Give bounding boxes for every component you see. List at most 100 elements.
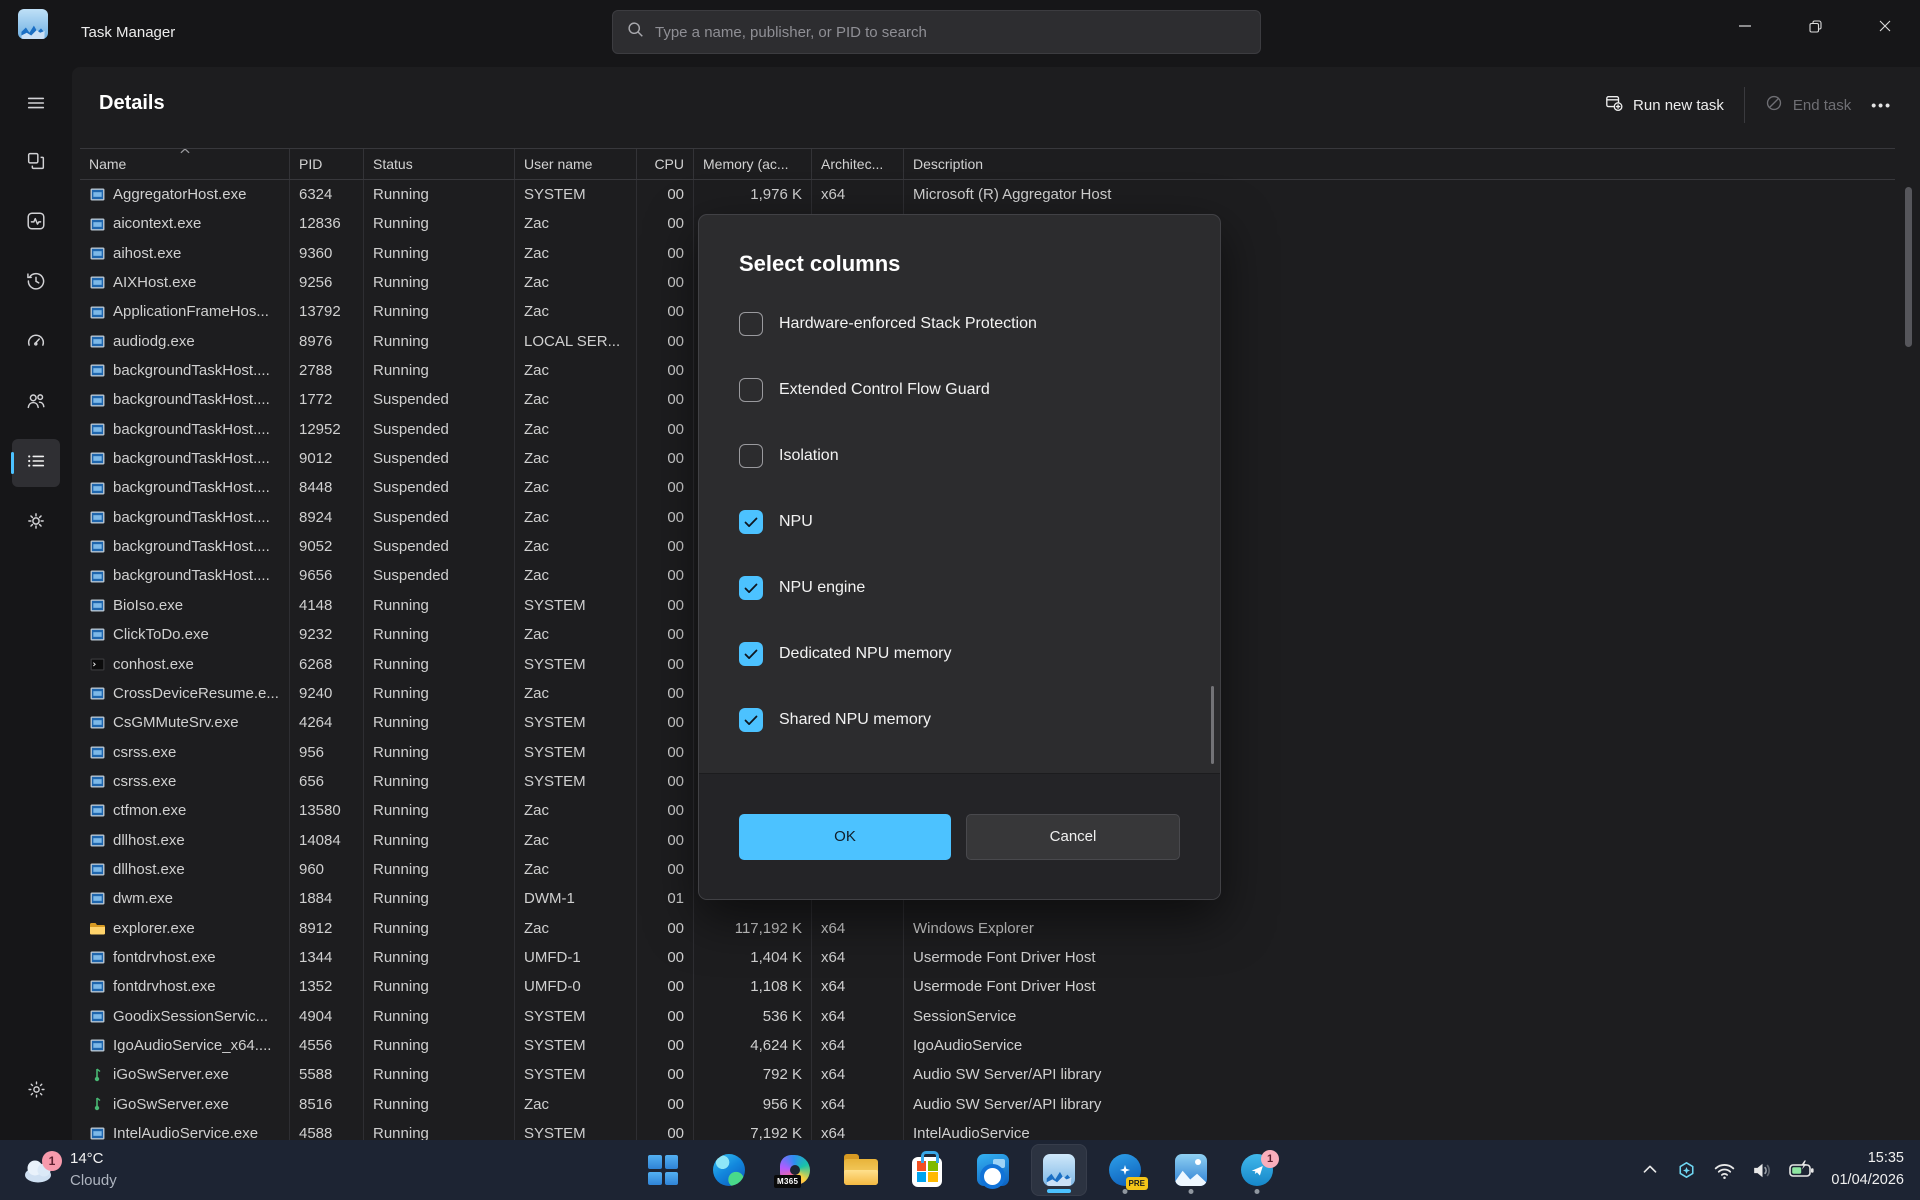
cell-pid: 8976 <box>290 327 364 356</box>
cell-name: AIXHost.exe <box>80 268 290 297</box>
cell-status: Suspended <box>364 473 515 502</box>
window-title: Task Manager <box>81 24 175 41</box>
minimize-button[interactable] <box>1710 0 1780 52</box>
table-row[interactable]: fontdrvhost.exe1352RunningUMFD-0001,108 … <box>80 972 1895 1001</box>
checkbox-dedicated-npu-memory[interactable] <box>739 642 763 666</box>
hamburger-icon <box>25 92 47 119</box>
table-row[interactable]: explorer.exe8912RunningZac00117,192 Kx64… <box>80 914 1895 943</box>
cell-cpu: 00 <box>637 620 694 649</box>
taskbar-app-photos[interactable] <box>1163 1144 1219 1196</box>
hidden-icons-chevron[interactable] <box>1639 1159 1661 1181</box>
cell-mem: 117,192 K <box>694 914 812 943</box>
cell-mem: 536 K <box>694 1002 812 1031</box>
taskbar-app-edge[interactable] <box>701 1144 757 1196</box>
restore-button[interactable] <box>1780 0 1850 52</box>
run-new-task-button[interactable]: Run new task <box>1605 94 1724 116</box>
start-button[interactable] <box>635 1144 691 1196</box>
column-option-npu: NPU <box>739 489 1190 555</box>
column-header-memory-ac[interactable]: Memory (ac... <box>694 149 812 179</box>
checkbox-shared-npu-memory[interactable] <box>739 708 763 732</box>
sidebar-item-performance[interactable] <box>12 199 60 247</box>
ok-button[interactable]: OK <box>739 814 951 860</box>
cell-user: Zac <box>515 415 637 444</box>
taskbar-app-m365-copilot[interactable]: M365 <box>767 1144 823 1196</box>
table-scrollbar-thumb[interactable] <box>1905 187 1912 347</box>
sidebar-item-details[interactable] <box>12 439 60 487</box>
copilot-tray-icon[interactable] <box>1674 1158 1699 1183</box>
table-row[interactable]: AggregatorHost.exe6324RunningSYSTEM001,9… <box>80 180 1895 209</box>
column-header-status[interactable]: Status <box>364 149 515 179</box>
end-task-button-disabled[interactable]: End task <box>1765 94 1851 116</box>
navigation-menu-button[interactable] <box>12 81 60 129</box>
taskbar-app-telegram[interactable]: 1 <box>1229 1144 1285 1196</box>
wifi-icon[interactable] <box>1712 1158 1737 1183</box>
cell-arch: x64 <box>812 1060 904 1089</box>
search-box[interactable] <box>612 10 1261 54</box>
active-app-indicator <box>1047 1189 1071 1193</box>
cell-cpu: 00 <box>637 356 694 385</box>
cell-status: Running <box>364 297 515 326</box>
app-process-icon <box>89 774 105 790</box>
cell-status: Running <box>364 1119 515 1140</box>
running-indicator <box>1189 1189 1194 1194</box>
table-row[interactable]: IntelAudioService.exe4588RunningSYSTEM00… <box>80 1119 1895 1140</box>
column-header-user-name[interactable]: User name <box>515 149 637 179</box>
option-label: Shared NPU memory <box>779 711 931 729</box>
column-header-architec[interactable]: Architec... <box>812 149 904 179</box>
table-row[interactable]: IgoAudioService_x64....4556RunningSYSTEM… <box>80 1031 1895 1060</box>
taskbar-app-microsoft-store[interactable] <box>899 1144 955 1196</box>
battery-charging-icon[interactable] <box>1788 1157 1818 1183</box>
close-button[interactable] <box>1850 0 1920 52</box>
table-row[interactable]: iGoSwServer.exe5588RunningSYSTEM00792 Kx… <box>80 1060 1895 1089</box>
volume-icon[interactable] <box>1750 1158 1775 1183</box>
cell-user: Zac <box>515 444 637 473</box>
taskbar-app-outlook[interactable] <box>965 1144 1021 1196</box>
sidebar-item-startup-apps[interactable] <box>12 319 60 367</box>
microsoft-store-icon <box>912 1157 942 1187</box>
column-header-description[interactable]: Description <box>904 149 1895 179</box>
edge-icon <box>713 1154 745 1186</box>
taskbar-app-task-manager-active[interactable] <box>1031 1144 1087 1196</box>
cancel-button[interactable]: Cancel <box>966 814 1180 860</box>
weather-widget[interactable]: 1 14°C Cloudy <box>14 1140 125 1200</box>
cell-user: SYSTEM <box>515 180 637 209</box>
cell-desc: Audio SW Server/API library <box>904 1090 1895 1119</box>
taskbar-app-preview[interactable]: PRE <box>1097 1144 1153 1196</box>
sidebar-item-services[interactable] <box>12 499 60 547</box>
more-options-button[interactable]: ••• <box>1871 97 1892 113</box>
column-header-cpu[interactable]: CPU <box>637 149 694 179</box>
checkbox-hardware-enforced-stack-protection[interactable] <box>739 312 763 336</box>
cell-status: Suspended <box>364 503 515 532</box>
cell-name: dllhost.exe <box>80 855 290 884</box>
checkbox-extended-control-flow-guard[interactable] <box>739 378 763 402</box>
table-header-row: NamePIDStatusUser nameCPUMemory (ac...Ar… <box>80 148 1895 180</box>
sidebar <box>0 67 72 1140</box>
clock[interactable]: 15:35 01/04/2026 <box>1831 1148 1904 1192</box>
table-row[interactable]: fontdrvhost.exe1344RunningUMFD-1001,404 … <box>80 943 1895 972</box>
cell-name: explorer.exe <box>80 914 290 943</box>
search-icon <box>627 21 644 43</box>
sidebar-item-users[interactable] <box>12 379 60 427</box>
sidebar-item-app-history[interactable] <box>12 259 60 307</box>
dialog-scrollbar-thumb[interactable] <box>1211 686 1214 764</box>
column-header-name[interactable]: Name <box>80 149 290 179</box>
column-header-pid[interactable]: PID <box>290 149 364 179</box>
table-row[interactable]: GoodixSessionServic...4904RunningSYSTEM0… <box>80 1002 1895 1031</box>
cell-name: csrss.exe <box>80 738 290 767</box>
checkbox-isolation[interactable] <box>739 444 763 468</box>
search-input[interactable] <box>655 24 1246 41</box>
cell-cpu: 00 <box>637 708 694 737</box>
cell-pid: 2788 <box>290 356 364 385</box>
sidebar-item-processes[interactable] <box>12 139 60 187</box>
taskbar-app-file-explorer[interactable] <box>833 1144 889 1196</box>
table-row[interactable]: iGoSwServer.exe8516RunningZac00956 Kx64A… <box>80 1090 1895 1119</box>
cell-user: Zac <box>515 209 637 238</box>
checkbox-npu-engine[interactable] <box>739 576 763 600</box>
sidebar-item-settings[interactable] <box>12 1068 60 1116</box>
cell-user: SYSTEM <box>515 708 637 737</box>
cell-arch: x64 <box>812 180 904 209</box>
cell-name: ctfmon.exe <box>80 796 290 825</box>
checkbox-npu[interactable] <box>739 510 763 534</box>
cell-user: Zac <box>515 503 637 532</box>
app-process-icon <box>89 216 105 232</box>
